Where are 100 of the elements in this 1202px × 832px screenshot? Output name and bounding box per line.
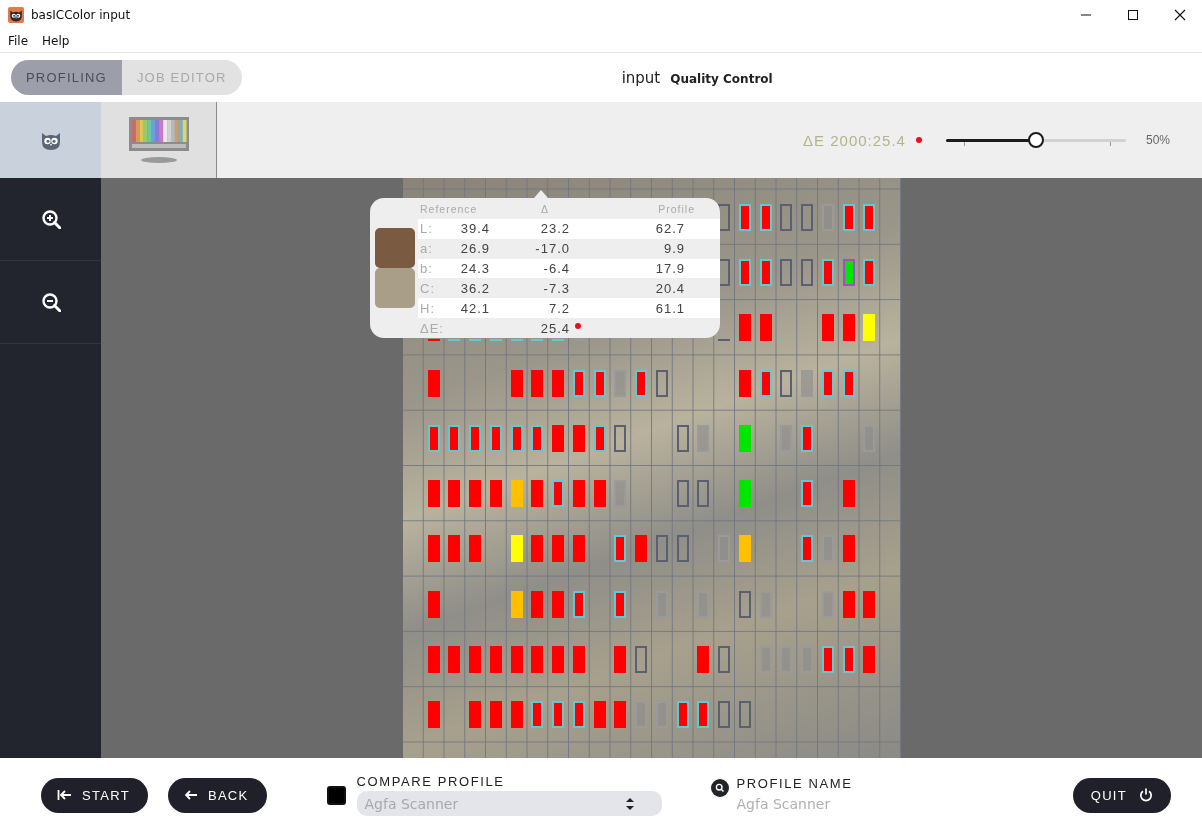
color-patch[interactable]: [510, 369, 523, 397]
color-patch[interactable]: [427, 535, 440, 563]
color-patch[interactable]: [863, 314, 876, 342]
color-patch[interactable]: [552, 701, 565, 729]
color-patch[interactable]: [635, 535, 648, 563]
color-patch[interactable]: [738, 258, 751, 286]
color-patch[interactable]: [531, 480, 544, 508]
color-patch[interactable]: [572, 535, 585, 563]
color-patch[interactable]: [572, 424, 585, 452]
color-patch[interactable]: [697, 424, 710, 452]
color-patch[interactable]: [489, 424, 502, 452]
color-patch[interactable]: [572, 369, 585, 397]
color-patch[interactable]: [469, 535, 482, 563]
color-patch[interactable]: [427, 701, 440, 729]
color-patch[interactable]: [614, 701, 627, 729]
color-patch[interactable]: [842, 369, 855, 397]
color-patch[interactable]: [427, 369, 440, 397]
color-patch[interactable]: [614, 646, 627, 673]
color-patch[interactable]: [842, 646, 855, 673]
slider-handle[interactable]: [1027, 131, 1044, 148]
color-patch[interactable]: [427, 424, 440, 452]
color-patch[interactable]: [510, 535, 523, 563]
color-patch[interactable]: [697, 701, 710, 729]
back-button[interactable]: BACK: [167, 777, 267, 813]
color-patch[interactable]: [780, 424, 793, 452]
color-patch[interactable]: [572, 590, 585, 618]
color-patch[interactable]: [593, 424, 606, 452]
color-patch[interactable]: [738, 535, 751, 563]
compare-checkbox[interactable]: [326, 785, 346, 805]
color-patch[interactable]: [635, 369, 648, 397]
color-patch[interactable]: [531, 646, 544, 673]
color-patch[interactable]: [469, 339, 482, 342]
color-patch[interactable]: [489, 480, 502, 508]
color-patch[interactable]: [572, 480, 585, 508]
color-patch[interactable]: [801, 258, 814, 286]
color-patch[interactable]: [531, 590, 544, 618]
color-patch[interactable]: [469, 424, 482, 452]
color-patch[interactable]: [427, 590, 440, 618]
color-patch[interactable]: [552, 535, 565, 563]
color-patch[interactable]: [801, 369, 814, 397]
menu-item[interactable]: Help: [42, 34, 70, 48]
color-patch[interactable]: [552, 369, 565, 397]
menu-item[interactable]: File: [8, 34, 29, 48]
color-patch[interactable]: [801, 535, 814, 563]
color-patch[interactable]: [531, 424, 544, 452]
color-patch[interactable]: [863, 590, 876, 618]
color-patch[interactable]: [759, 258, 772, 286]
color-patch[interactable]: [510, 701, 523, 729]
color-patch[interactable]: [552, 424, 565, 452]
color-patch[interactable]: [718, 646, 731, 673]
color-patch[interactable]: [697, 480, 710, 508]
color-patch[interactable]: [676, 535, 689, 563]
color-patch[interactable]: [614, 424, 627, 452]
thumbnail-tile[interactable]: [0, 102, 101, 178]
color-patch[interactable]: [572, 339, 585, 342]
color-patch[interactable]: [821, 314, 834, 342]
color-patch[interactable]: [697, 646, 710, 673]
overlay-slider[interactable]: [945, 131, 1126, 149]
color-patch[interactable]: [738, 480, 751, 508]
color-patch[interactable]: [738, 369, 751, 397]
color-patch[interactable]: [821, 369, 834, 397]
maximize-icon[interactable]: [1127, 9, 1139, 21]
color-patch[interactable]: [614, 480, 627, 508]
color-patch[interactable]: [510, 424, 523, 452]
color-patch[interactable]: [448, 646, 461, 673]
color-patch[interactable]: [593, 701, 606, 729]
profile-name-field[interactable]: Agfa Scanner: [736, 792, 937, 815]
color-patch[interactable]: [863, 203, 876, 231]
color-patch[interactable]: [427, 480, 440, 508]
color-patch[interactable]: [863, 646, 876, 673]
color-patch[interactable]: [614, 590, 627, 618]
color-patch[interactable]: [842, 203, 855, 231]
color-patch[interactable]: [655, 535, 668, 563]
color-patch[interactable]: [718, 701, 731, 729]
color-patch[interactable]: [842, 258, 855, 286]
color-patch[interactable]: [427, 646, 440, 673]
color-patch[interactable]: [676, 701, 689, 729]
color-patch[interactable]: [448, 424, 461, 452]
color-patch[interactable]: [489, 646, 502, 673]
color-patch[interactable]: [552, 590, 565, 618]
color-patch[interactable]: [676, 480, 689, 508]
zoom-out-icon[interactable]: [40, 292, 61, 312]
color-patch[interactable]: [738, 314, 751, 342]
color-patch[interactable]: [842, 314, 855, 342]
color-patch[interactable]: [801, 424, 814, 452]
color-patch[interactable]: [842, 535, 855, 563]
color-patch[interactable]: [531, 369, 544, 397]
start-button[interactable]: START: [41, 777, 148, 813]
color-patch[interactable]: [448, 480, 461, 508]
color-patch[interactable]: [531, 339, 544, 342]
color-patch[interactable]: [801, 203, 814, 231]
color-patch[interactable]: [510, 480, 523, 508]
color-patch[interactable]: [572, 646, 585, 673]
color-patch[interactable]: [676, 424, 689, 452]
color-patch[interactable]: [469, 480, 482, 508]
color-patch[interactable]: [780, 258, 793, 286]
color-patch[interactable]: [531, 701, 544, 729]
color-patch[interactable]: [738, 701, 751, 729]
color-patch[interactable]: [572, 701, 585, 729]
thumbnail-tile[interactable]: [101, 102, 217, 178]
